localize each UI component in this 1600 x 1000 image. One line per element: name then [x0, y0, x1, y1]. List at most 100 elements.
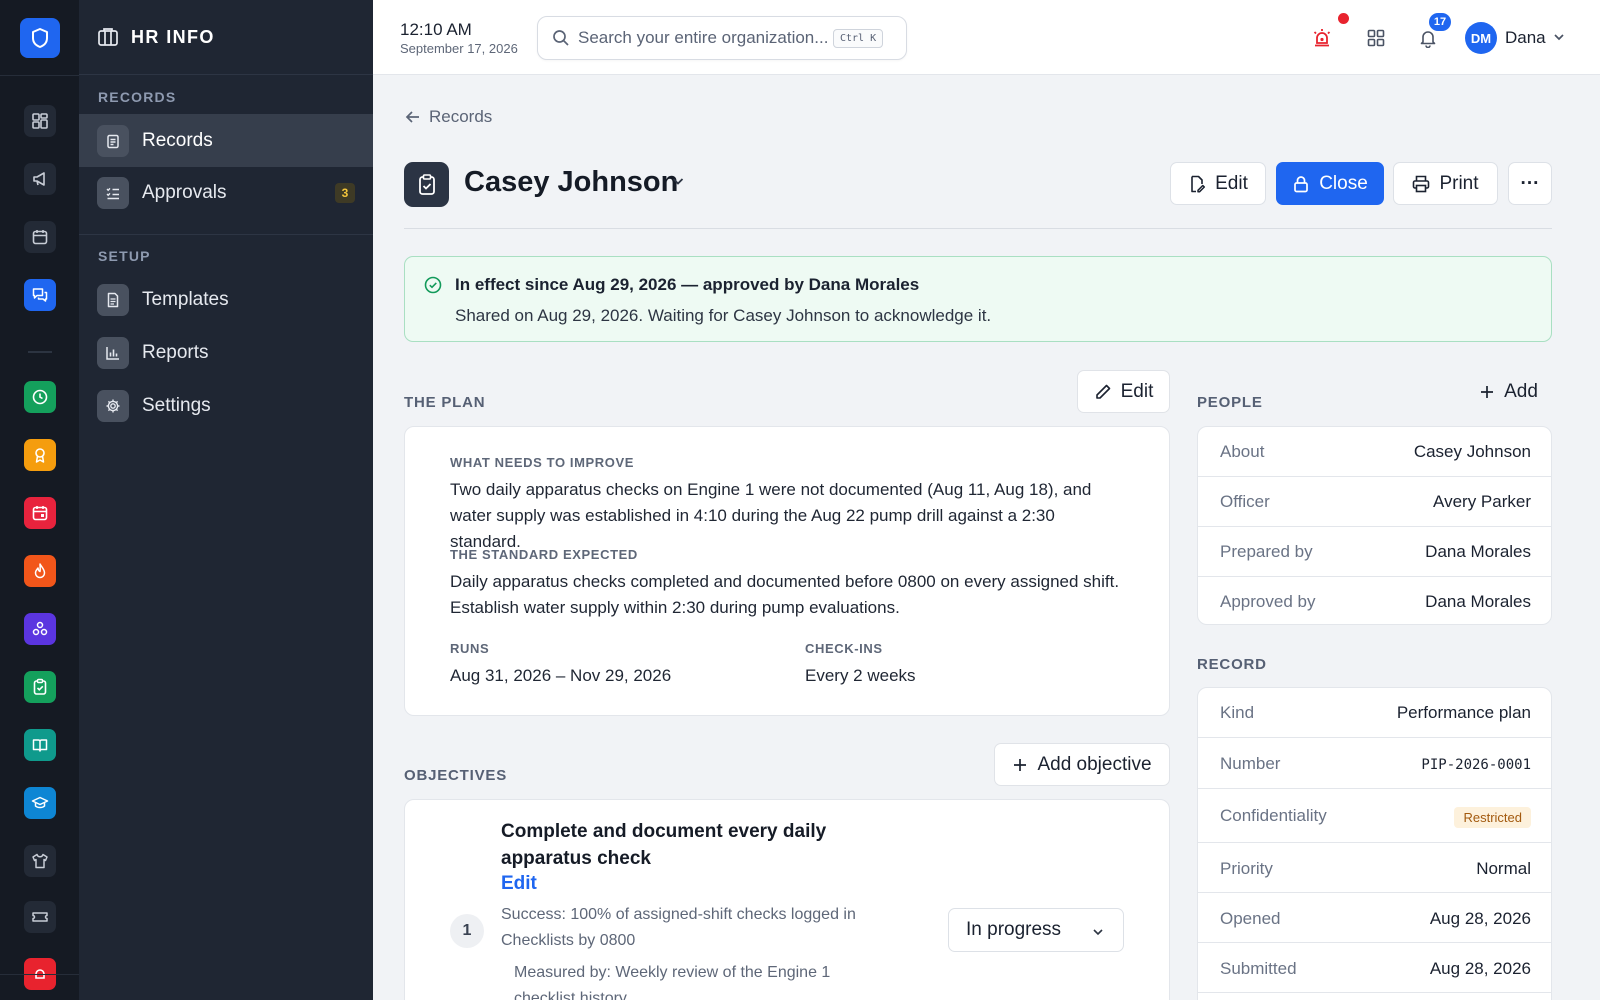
sidebar-item-approvals[interactable]: Approvals 3: [79, 166, 373, 219]
check-circle-icon: [424, 276, 442, 299]
record-row-key: Submitted: [1220, 959, 1297, 978]
record-row-key: Confidentiality: [1220, 806, 1327, 825]
sidebar-item-records[interactable]: Records: [79, 114, 373, 167]
record-row: [1198, 992, 1551, 1000]
record-row-value: Normal: [1476, 859, 1531, 878]
ticket-icon[interactable]: [24, 901, 56, 933]
shield-icon[interactable]: [20, 18, 60, 58]
edit-objective-link[interactable]: Edit: [501, 873, 537, 895]
notification-count-badge: 17: [1429, 13, 1451, 31]
breadcrumb-label: Records: [429, 107, 493, 126]
record-row-value: Performance plan: [1396, 703, 1531, 722]
record-row: Kind Performance plan: [1198, 688, 1551, 737]
status-banner-title: In effect since Aug 29, 2026 — approved …: [455, 275, 920, 294]
avatar[interactable]: DM: [1465, 22, 1497, 54]
title-divider: [404, 228, 1552, 229]
rail-divider: [28, 351, 52, 353]
people-row-value: Casey Johnson: [1413, 442, 1531, 461]
flame-icon[interactable]: [24, 555, 56, 587]
record-row: Priority Normal: [1198, 842, 1551, 892]
people-row-value: Avery Parker: [1433, 492, 1531, 511]
edit-plan-button[interactable]: Edit: [1077, 370, 1170, 413]
print-button[interactable]: Print: [1393, 162, 1498, 205]
chat-icon[interactable]: [24, 279, 56, 311]
page-title: Casey Johnson: [464, 166, 679, 198]
sidebar-item-label: Templates: [142, 288, 229, 310]
calendar-event-icon[interactable]: [24, 497, 56, 529]
sidebar-item-label: Settings: [142, 394, 211, 416]
rail-divider: [0, 974, 79, 975]
current-time: 12:10 AM: [400, 20, 472, 39]
record-number-value: PIP-2026-0001: [1421, 757, 1531, 773]
status-banner: In effect since Aug 29, 2026 — approved …: [404, 256, 1552, 342]
sidebar-item-label: Approvals: [142, 181, 227, 203]
search-icon: [553, 30, 569, 46]
clock-icon[interactable]: [24, 381, 56, 413]
more-options-button[interactable]: ···: [1508, 162, 1552, 205]
shirt-icon[interactable]: [24, 845, 56, 877]
add-objective-button[interactable]: Add objective: [994, 743, 1170, 786]
clipboard-check-icon[interactable]: [24, 671, 56, 703]
nav-section-setup: SETUP: [98, 248, 151, 264]
clipboard-icon: [97, 124, 129, 157]
standard-text: Daily apparatus checks completed and doc…: [450, 572, 1120, 617]
plan-card: WHAT NEEDS TO IMPROVE Two daily apparatu…: [404, 426, 1170, 716]
current-date: September 17, 2026: [400, 41, 518, 56]
gear-icon: [97, 389, 129, 422]
close-record-button[interactable]: Close: [1276, 162, 1384, 205]
breadcrumb-back-link[interactable]: Records: [405, 107, 492, 127]
people-row-key: Approved by: [1220, 592, 1316, 611]
siren-icon[interactable]: [1308, 24, 1336, 52]
objective-title: Complete and document every daily appara…: [501, 821, 827, 869]
chevron-down-icon[interactable]: [670, 173, 686, 194]
plan-section-label: THE PLAN: [404, 394, 486, 411]
people-row-key: About: [1220, 442, 1265, 461]
approvals-count-badge: 3: [335, 183, 355, 203]
people-row: About Casey Johnson: [1198, 427, 1551, 476]
graduation-cap-icon[interactable]: [24, 787, 56, 819]
nav-divider: [79, 234, 373, 235]
people-row: Prepared by Dana Morales: [1198, 526, 1551, 576]
standard-label: THE STANDARD EXPECTED: [450, 547, 638, 562]
search-input[interactable]: [578, 28, 833, 48]
plus-icon: [1014, 758, 1027, 771]
calendar-icon[interactable]: [24, 221, 56, 253]
objective-success-criteria: Success: 100% of assigned-shift checks l…: [501, 906, 856, 949]
alert-indicator: [1338, 13, 1349, 24]
dashboard-icon[interactable]: [24, 105, 56, 137]
objective-status-value: In progress: [966, 919, 1062, 940]
improve-label: WHAT NEEDS TO IMPROVE: [450, 455, 635, 470]
people-row: Officer Avery Parker: [1198, 476, 1551, 526]
record-section-label: RECORD: [1197, 656, 1267, 673]
runs-value: Aug 31, 2026 – Nov 29, 2026: [450, 666, 672, 685]
file-edit-icon: [1191, 175, 1206, 193]
checkins-label: CHECK-INS: [805, 641, 883, 656]
apps-grid-icon[interactable]: [1362, 24, 1390, 52]
printer-icon: [1413, 175, 1430, 192]
sidebar-item-templates[interactable]: Templates: [79, 273, 373, 326]
nav-header: HR INFO: [79, 0, 373, 75]
add-person-button[interactable]: Add: [1465, 370, 1552, 413]
objective-status-select[interactable]: In progress: [948, 908, 1124, 952]
user-name[interactable]: Dana: [1505, 28, 1546, 48]
sidebar-item-reports[interactable]: Reports: [79, 326, 373, 379]
search-box[interactable]: Ctrl K: [537, 16, 907, 60]
record-row-value: Aug 28, 2026: [1429, 959, 1531, 978]
sidebar-item-settings[interactable]: Settings: [79, 379, 373, 432]
record-row-key: Priority: [1220, 859, 1273, 878]
award-icon[interactable]: [24, 439, 56, 471]
chevron-down-icon[interactable]: [1552, 30, 1566, 49]
status-banner-text: Shared on Aug 29, 2026. Waiting for Case…: [455, 306, 992, 325]
edit-record-button[interactable]: Edit: [1170, 162, 1266, 205]
people-row-key: Officer: [1220, 492, 1270, 511]
book-icon[interactable]: [24, 729, 56, 761]
people-row-key: Prepared by: [1220, 542, 1313, 561]
people-section-label: PEOPLE: [1197, 394, 1263, 411]
people-row-value: Dana Morales: [1425, 542, 1531, 561]
megaphone-icon[interactable]: [24, 163, 56, 195]
network-icon[interactable]: [24, 613, 56, 645]
record-row: Submitted Aug 28, 2026: [1198, 942, 1551, 992]
people-row-value: Dana Morales: [1425, 592, 1531, 611]
sidebar-item-label: Records: [142, 129, 213, 151]
checklist-icon: [97, 176, 129, 209]
